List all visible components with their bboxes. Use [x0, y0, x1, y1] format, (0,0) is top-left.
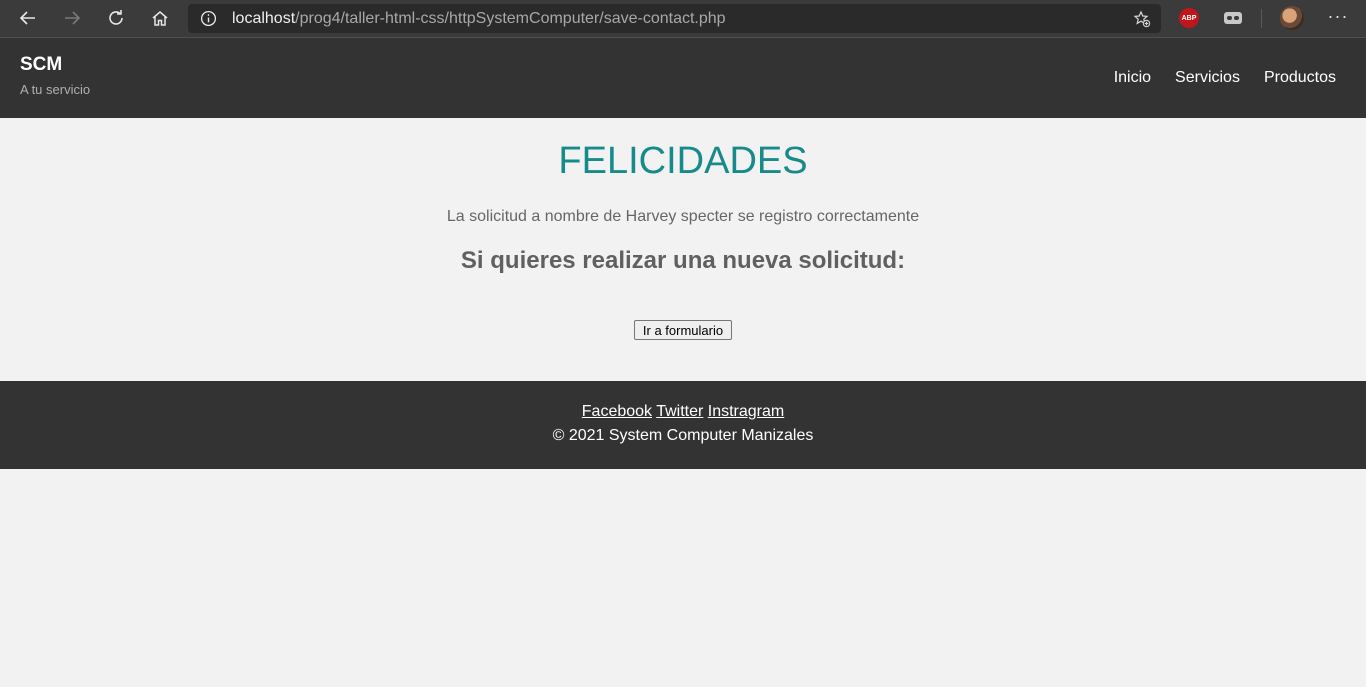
- url-path: /prog4/taller-html-css/httpSystemCompute…: [295, 10, 726, 27]
- arrow-right-icon: [65, 11, 81, 25]
- address-bar[interactable]: localhost/prog4/taller-html-css/httpSyst…: [188, 4, 1161, 33]
- browser-toolbar: localhost/prog4/taller-html-css/httpSyst…: [0, 0, 1366, 37]
- social-links: Facebook Twitter Instragram: [0, 403, 1366, 421]
- brand-title: SCM: [20, 54, 63, 75]
- confirmation-message: La solicitud a nombre de Harvey specter …: [446, 208, 920, 225]
- instagram-link[interactable]: Instragram: [708, 403, 784, 420]
- brand-tagline: A tu servicio: [20, 82, 91, 97]
- adblock-extension-icon[interactable]: ABP: [1179, 8, 1199, 28]
- profile-avatar[interactable]: [1280, 6, 1304, 30]
- page-title: FELICIDADES: [558, 140, 808, 182]
- add-favorite-icon[interactable]: [1133, 10, 1151, 28]
- arrow-left-icon: [19, 11, 35, 25]
- reload-icon: [109, 10, 123, 25]
- site-footer: Facebook Twitter Instragram © 2021 Syste…: [0, 381, 1366, 469]
- mask-extension-icon[interactable]: [1224, 12, 1242, 24]
- site-header: SCM A tu servicio Inicio Servicios Produ…: [0, 37, 1366, 118]
- forward-button[interactable]: [57, 4, 87, 32]
- main-nav: Inicio Servicios Productos: [1114, 69, 1336, 87]
- twitter-link[interactable]: Twitter: [656, 403, 703, 420]
- more-options-button[interactable]: ···: [1326, 6, 1350, 30]
- main-content: FELICIDADES La solicitud a nombre de Har…: [0, 118, 1366, 381]
- go-to-form-button[interactable]: Ir a formulario: [634, 320, 732, 340]
- toolbar-divider: [1261, 9, 1262, 28]
- facebook-link[interactable]: Facebook: [582, 403, 652, 420]
- copyright-text: © 2021 System Computer Manizales: [552, 427, 814, 444]
- nav-link-productos[interactable]: Productos: [1264, 69, 1336, 87]
- home-icon: [152, 11, 168, 26]
- nav-link-inicio[interactable]: Inicio: [1114, 69, 1151, 87]
- reload-button[interactable]: [101, 4, 131, 32]
- home-button[interactable]: [145, 4, 175, 32]
- back-button[interactable]: [13, 4, 43, 32]
- new-request-heading: Si quieres realizar una nueva solicitud:: [460, 247, 906, 274]
- url-host: localhost: [232, 10, 296, 27]
- url-text: localhost/prog4/taller-html-css/httpSyst…: [232, 10, 726, 28]
- info-icon[interactable]: [200, 10, 217, 27]
- nav-link-servicios[interactable]: Servicios: [1175, 69, 1240, 87]
